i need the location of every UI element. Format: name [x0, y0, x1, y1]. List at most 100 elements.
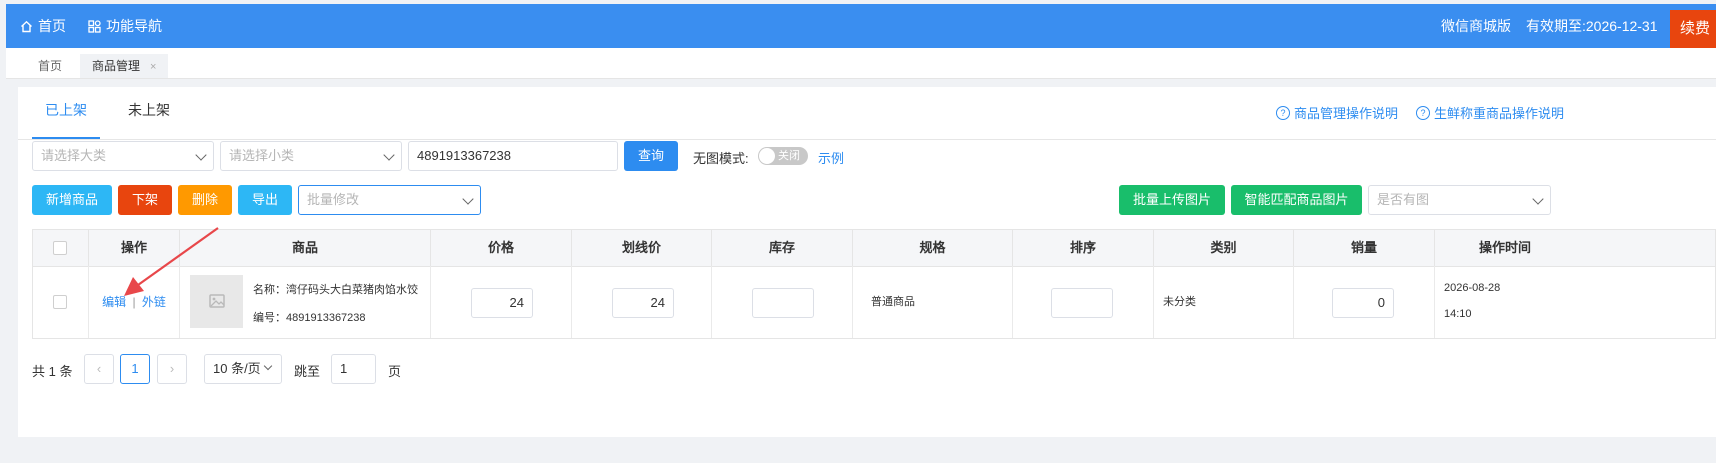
row-select-cell [33, 266, 89, 338]
chevron-left-icon: ‹ [96, 361, 102, 376]
page-tab-label: 首页 [38, 59, 63, 73]
product-thumbnail [190, 275, 243, 328]
row-sort-cell [1013, 266, 1154, 338]
no-image-mode-toggle[interactable]: 关闭 [758, 147, 808, 165]
batch-edit-select[interactable]: 批量修改 [298, 185, 481, 215]
header-sales: 销量 [1294, 230, 1435, 266]
row-strike-price-cell: 24 [572, 266, 712, 338]
product-help-link[interactable]: ? 商品管理操作说明 [1276, 103, 1398, 122]
row-time-cell: 2026-08-28 14:10 [1435, 266, 1716, 338]
delete-button[interactable]: 删除 [178, 185, 232, 215]
subcategory-placeholder: 请选择小类 [229, 148, 295, 163]
price-input[interactable]: 24 [471, 288, 533, 318]
chevron-down-icon [462, 193, 474, 205]
jump-label: 跳至 [294, 364, 321, 379]
page-tab-home[interactable]: 首页 [26, 54, 74, 78]
action-separator: | [132, 295, 136, 309]
page-tab-strip: 首页 商品管理 × [6, 48, 1716, 79]
expire-date-label: 有效期至:2026-12-31 [1526, 18, 1658, 34]
has-image-placeholder: 是否有图 [1377, 192, 1430, 207]
header-stock: 库存 [712, 230, 853, 266]
category-text: 未分类 [1163, 296, 1196, 308]
product-name: 名称：湾仔码头大白菜猪肉馅水饺 [253, 284, 418, 296]
image-placeholder-icon [209, 294, 225, 308]
operation-date: 2026-08-28 [1444, 282, 1501, 294]
chevron-down-icon [263, 361, 273, 371]
batch-edit-placeholder: 批量修改 [307, 192, 360, 207]
strike-price-input[interactable]: 24 [612, 288, 674, 318]
stock-input[interactable] [752, 288, 814, 318]
spec-text: 普通商品 [871, 296, 915, 308]
subcategory-select[interactable]: 请选择小类 [220, 141, 402, 171]
header-time: 操作时间 [1435, 230, 1716, 266]
chevron-down-icon [383, 149, 395, 161]
sort-input[interactable] [1051, 288, 1113, 318]
page-tab-label: 商品管理 [92, 59, 141, 73]
tab-listed-label: 已上架 [45, 102, 87, 118]
search-input[interactable]: 4891913367238 [408, 141, 618, 171]
next-page-button[interactable]: › [157, 354, 187, 384]
prev-page-button[interactable]: ‹ [84, 354, 114, 384]
chevron-down-icon [1532, 193, 1544, 205]
table-header: 操作 商品 价格 划线价 库存 规格 排序 类别 销量 操作时间 [33, 230, 1715, 267]
product-management-card: 已上架 未上架 ? 商品管理操作说明 ? 生鲜称重商品操作说明 请选择大类 请选… [18, 87, 1716, 437]
function-nav-label: 功能导航 [106, 18, 162, 34]
total-count: 共 1 条 [32, 364, 73, 379]
tab-unlisted-label: 未上架 [128, 102, 170, 118]
row-category-cell: 未分类 [1154, 266, 1294, 338]
page-tab-product-management[interactable]: 商品管理 × [80, 54, 169, 78]
example-link[interactable]: 示例 [818, 148, 844, 167]
help-icon: ? [1276, 105, 1290, 120]
chevron-down-icon [195, 149, 207, 161]
table-row: 编辑 | 外链 名称：湾仔码头大白菜猪肉馅水饺 编号：4891913367238… [33, 266, 1715, 338]
smart-match-images-button[interactable]: 智能匹配商品图片 [1231, 185, 1362, 215]
take-offline-button[interactable]: 下架 [118, 185, 172, 215]
product-table: 操作 商品 价格 划线价 库存 规格 排序 类别 销量 操作时间 编辑 | 外链 [32, 229, 1716, 339]
chevron-right-icon: › [169, 361, 175, 376]
toggle-knob [759, 148, 775, 164]
operation-time: 14:10 [1444, 308, 1472, 320]
external-link[interactable]: 外链 [142, 295, 166, 309]
header-category: 类别 [1154, 230, 1294, 266]
jump-page-input[interactable]: 1 [331, 354, 376, 384]
page-suffix-label: 页 [388, 364, 402, 379]
has-image-select[interactable]: 是否有图 [1368, 185, 1551, 215]
category-select[interactable]: 请选择大类 [32, 141, 214, 171]
header-price: 价格 [431, 230, 572, 266]
category-placeholder: 请选择大类 [41, 148, 107, 163]
row-checkbox[interactable] [53, 295, 67, 309]
product-help-label: 商品管理操作说明 [1294, 106, 1399, 121]
close-icon[interactable]: × [150, 61, 156, 73]
tab-listed[interactable]: 已上架 [32, 87, 100, 139]
home-icon [21, 20, 32, 32]
renew-button[interactable]: 续费 [1670, 10, 1716, 48]
header-select-all-cell [33, 230, 89, 266]
sales-input[interactable]: 0 [1332, 288, 1394, 318]
header-time-label: 操作时间 [1478, 240, 1531, 255]
no-image-mode-label: 无图模式: [693, 151, 749, 166]
query-button[interactable]: 查询 [624, 141, 678, 171]
add-product-button[interactable]: 新增商品 [32, 185, 112, 215]
tab-unlisted[interactable]: 未上架 [128, 87, 170, 139]
batch-upload-images-button[interactable]: 批量上传图片 [1119, 185, 1225, 215]
apps-icon [88, 19, 101, 33]
fresh-weigh-help-label: 生鲜称重商品操作说明 [1434, 106, 1565, 121]
select-all-checkbox[interactable] [53, 241, 67, 255]
edit-link[interactable]: 编辑 [102, 295, 126, 309]
export-button[interactable]: 导出 [238, 185, 292, 215]
help-icon: ? [1416, 105, 1430, 120]
row-sales-cell: 0 [1294, 266, 1435, 338]
header-sort: 排序 [1013, 230, 1154, 266]
function-nav-link[interactable]: 功能导航 [88, 4, 162, 48]
page-size-select[interactable]: 10 条/页 [204, 354, 282, 384]
fresh-weigh-help-link[interactable]: ? 生鲜称重商品操作说明 [1416, 103, 1564, 122]
home-nav-label: 首页 [38, 18, 66, 34]
home-nav-link[interactable]: 首页 [20, 4, 66, 48]
header-product: 商品 [180, 230, 431, 266]
listing-status-tabs: 已上架 未上架 ? 商品管理操作说明 ? 生鲜称重商品操作说明 [18, 87, 1716, 140]
row-product-cell: 名称：湾仔码头大白菜猪肉馅水饺 编号：4891913367238 [180, 266, 431, 338]
top-navbar: 首页 功能导航 微信商城版 有效期至:2026-12-31 续费 [6, 4, 1716, 48]
row-action-cell: 编辑 | 外链 [89, 266, 180, 338]
page-1-button[interactable]: 1 [120, 354, 150, 384]
row-stock-cell [712, 266, 853, 338]
